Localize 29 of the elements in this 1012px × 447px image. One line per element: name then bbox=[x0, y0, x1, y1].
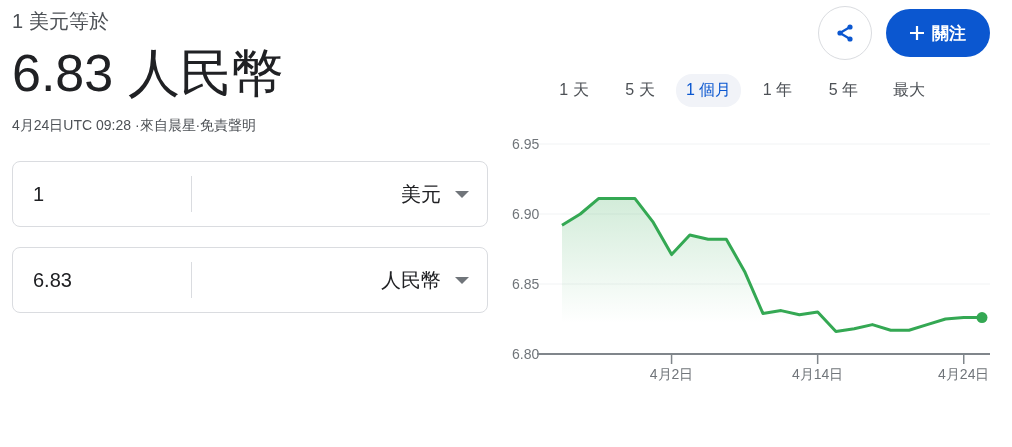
last-point-marker bbox=[976, 312, 988, 324]
y-tick-label: 6.85 bbox=[512, 276, 540, 292]
converter-field[interactable]: 1 美元 bbox=[12, 161, 488, 227]
x-tick-label: 4月24日 bbox=[938, 365, 990, 383]
follow-button[interactable]: 關注 bbox=[886, 9, 990, 57]
x-tick-label: 4月14日 bbox=[791, 365, 844, 383]
x-tick-label: 4月2日 bbox=[649, 365, 694, 383]
currency-select[interactable]: 人民幣 bbox=[381, 266, 441, 294]
update-info: 4月24日UTC 09:28 ·來自晨星·免責聲明 bbox=[12, 117, 257, 135]
range-tab[interactable]: 5 年 bbox=[813, 74, 874, 107]
y-tick-label: 6.80 bbox=[512, 346, 540, 362]
share-button[interactable] bbox=[818, 6, 872, 60]
y-tick-label: 6.90 bbox=[512, 206, 540, 222]
range-tab[interactable]: 1 天 bbox=[544, 74, 604, 107]
converter-field[interactable]: 6.83 人民幣 bbox=[12, 247, 488, 313]
range-tab[interactable]: 1 年 bbox=[747, 74, 808, 107]
converted-value: 6.83 人民幣 bbox=[12, 43, 284, 104]
currency-select[interactable]: 美元 bbox=[401, 180, 441, 208]
amount-input[interactable]: 6.83 bbox=[13, 268, 191, 292]
share-icon bbox=[835, 23, 855, 43]
dropdown-icon[interactable] bbox=[455, 276, 469, 284]
amount-input[interactable]: 1 bbox=[13, 182, 191, 206]
range-tab[interactable]: 5 天 bbox=[610, 74, 670, 107]
conversion-caption: 1 美元等於 bbox=[12, 9, 109, 34]
plus-icon bbox=[910, 26, 924, 40]
dropdown-icon[interactable] bbox=[455, 190, 469, 198]
range-tab[interactable]: 1 個月 bbox=[676, 74, 742, 107]
y-tick-label: 6.95 bbox=[512, 136, 540, 152]
range-tab[interactable]: 最大 bbox=[879, 74, 940, 107]
